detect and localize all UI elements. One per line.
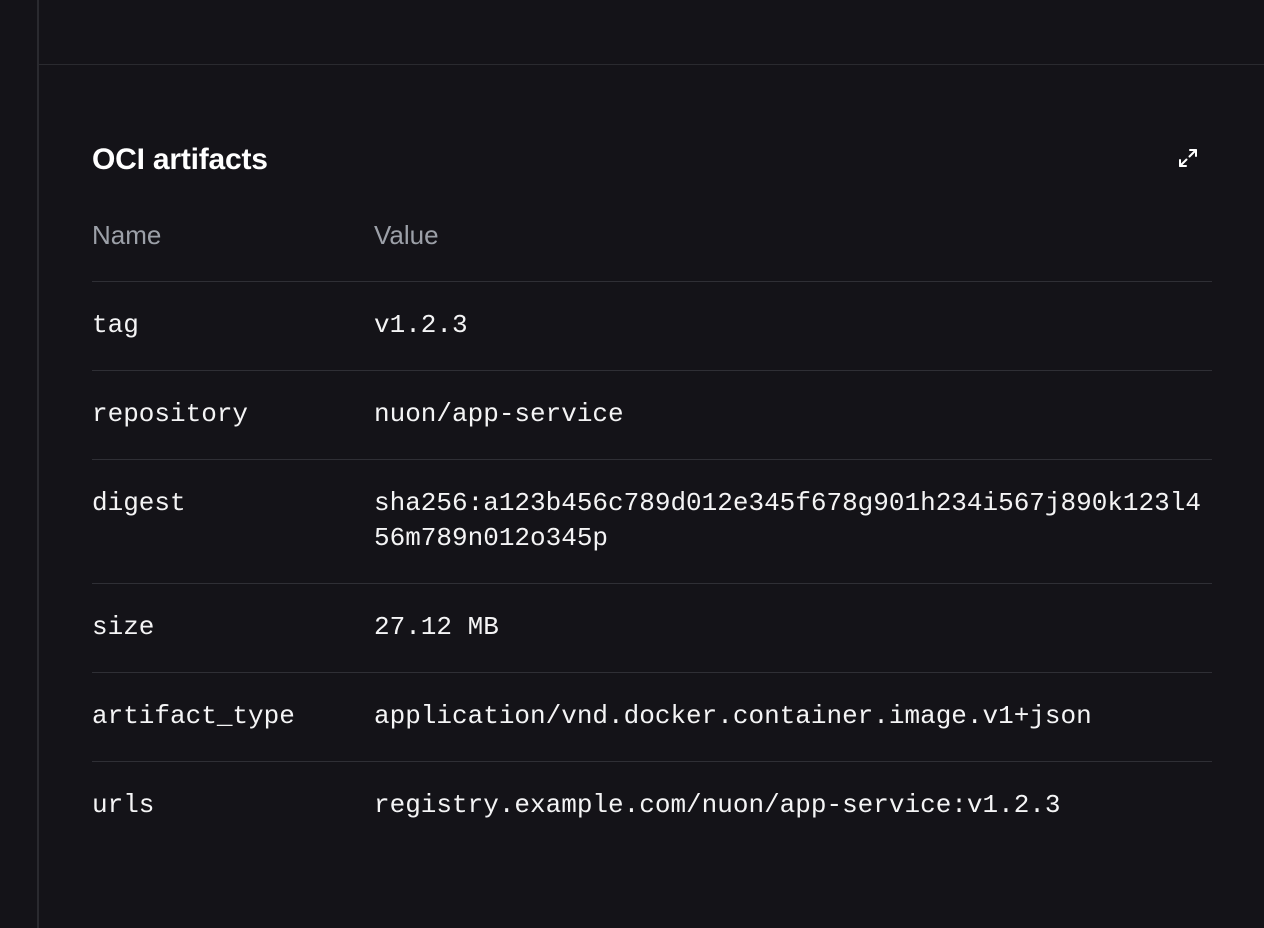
oci-artifacts-panel: OCI artifacts Name Value tag v1.2.3 repo… xyxy=(92,130,1212,820)
top-divider xyxy=(39,64,1264,65)
table-row: tag v1.2.3 xyxy=(92,282,1212,371)
expand-arrows-icon xyxy=(1179,149,1197,167)
table-row: digest sha256:a123b456c789d012e345f678g9… xyxy=(92,460,1212,584)
row-name: digest xyxy=(92,488,186,518)
panel-header: OCI artifacts xyxy=(92,130,1212,190)
table-row: size 27.12 MB xyxy=(92,584,1212,673)
row-name: size xyxy=(92,612,155,642)
table-header: Name Value xyxy=(92,210,1212,282)
artifacts-table: Name Value tag v1.2.3 repository nuon/ap… xyxy=(92,210,1212,851)
column-header-name: Name xyxy=(92,220,162,250)
column-header-value: Value xyxy=(374,220,439,250)
table-row: repository nuon/app-service xyxy=(92,371,1212,460)
row-value: v1.2.3 xyxy=(374,310,468,340)
expand-button[interactable] xyxy=(1176,146,1200,170)
row-value: nuon/app-service xyxy=(374,399,624,429)
left-sidebar-edge xyxy=(0,0,39,928)
row-name: artifact_type xyxy=(92,701,295,731)
row-value: registry.example.com/nuon/app-service:v1… xyxy=(374,790,1061,820)
panel-title: OCI artifacts xyxy=(92,143,268,176)
row-value: sha256:a123b456c789d012e345f678g901h234i… xyxy=(374,488,1201,553)
row-name: tag xyxy=(92,310,139,340)
row-value: 27.12 MB xyxy=(374,612,499,642)
row-value: application/vnd.docker.container.image.v… xyxy=(374,701,1092,731)
table-row: artifact_type application/vnd.docker.con… xyxy=(92,673,1212,762)
table-row: urls registry.example.com/nuon/app-servi… xyxy=(92,762,1212,851)
row-name: urls xyxy=(92,790,155,820)
row-name: repository xyxy=(92,399,249,429)
